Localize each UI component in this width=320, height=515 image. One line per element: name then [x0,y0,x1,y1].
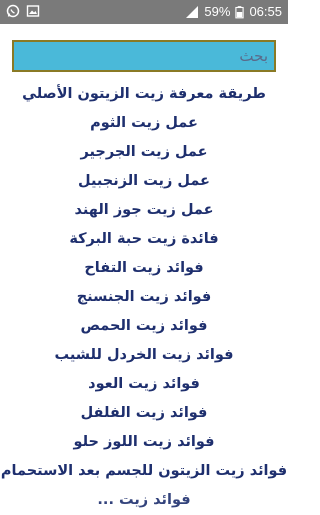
search-bar[interactable] [12,40,276,72]
list-item[interactable]: عمل زيت جوز الهند [0,196,288,225]
list-item[interactable]: فائدة زيت حبة البركة [0,225,288,254]
status-bar: 59% 06:55 [0,0,288,24]
list-item[interactable]: عمل زيت الزنجبيل [0,167,288,196]
whatsapp-icon [6,4,20,18]
list-item[interactable]: فوائد زيت الجنسنج [0,283,288,312]
list-item[interactable]: فوائد زيت التفاح [0,254,288,283]
list-item[interactable]: فوائد زيت العود [0,370,288,399]
notification-icons [6,4,40,18]
list-item[interactable]: عمل زيت الثوم [0,109,288,138]
battery-percent: 59% [204,4,231,19]
list-item[interactable]: طريقة معرفة زيت الزيتون الأصلي [0,80,288,109]
clock: 06:55 [249,4,282,19]
image-icon [26,5,40,17]
list-item[interactable]: فوائد زيت الخردل للشيب [0,341,288,370]
search-input[interactable] [14,42,274,70]
topics-list: طريقة معرفة زيت الزيتون الأصلي عمل زيت ال… [0,80,288,515]
battery-icon [235,5,245,18]
list-item[interactable]: فوائد زيت الحمص [0,312,288,341]
list-item[interactable]: فوائد زيت الزيتون للجسم بعد الاستحمام [0,457,288,486]
signal-icon [186,5,199,18]
list-item[interactable]: فوائد زيت اللوز حلو [0,428,288,457]
status-right: 59% 06:55 [185,4,282,19]
list-item[interactable]: فوائد زيت ... [0,486,288,515]
list-item[interactable]: عمل زيت الجرجير [0,138,288,167]
list-item[interactable]: فوائد زيت الفلفل [0,399,288,428]
